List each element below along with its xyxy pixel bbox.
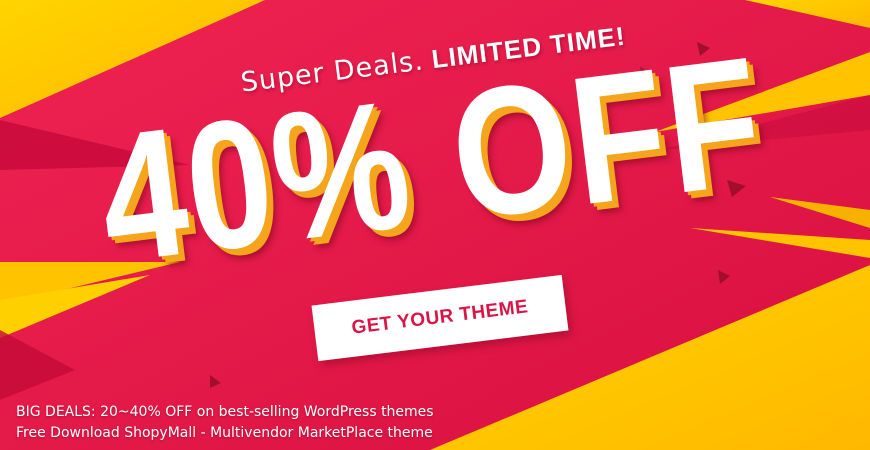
get-theme-button-label: GET YOUR THEME — [350, 296, 530, 339]
footer-line-download: Free Download ShopyMall - Multivendor Ma… — [16, 425, 433, 441]
footer-line-deals: BIG DEALS: 20~40% OFF on best-selling Wo… — [16, 404, 434, 420]
footer-caption: BIG DEALS: 20~40% OFF on best-selling Wo… — [16, 402, 434, 444]
promo-banner[interactable]: Super Deals. LIMITED TIME! 40% OFF GET Y… — [0, 0, 870, 450]
